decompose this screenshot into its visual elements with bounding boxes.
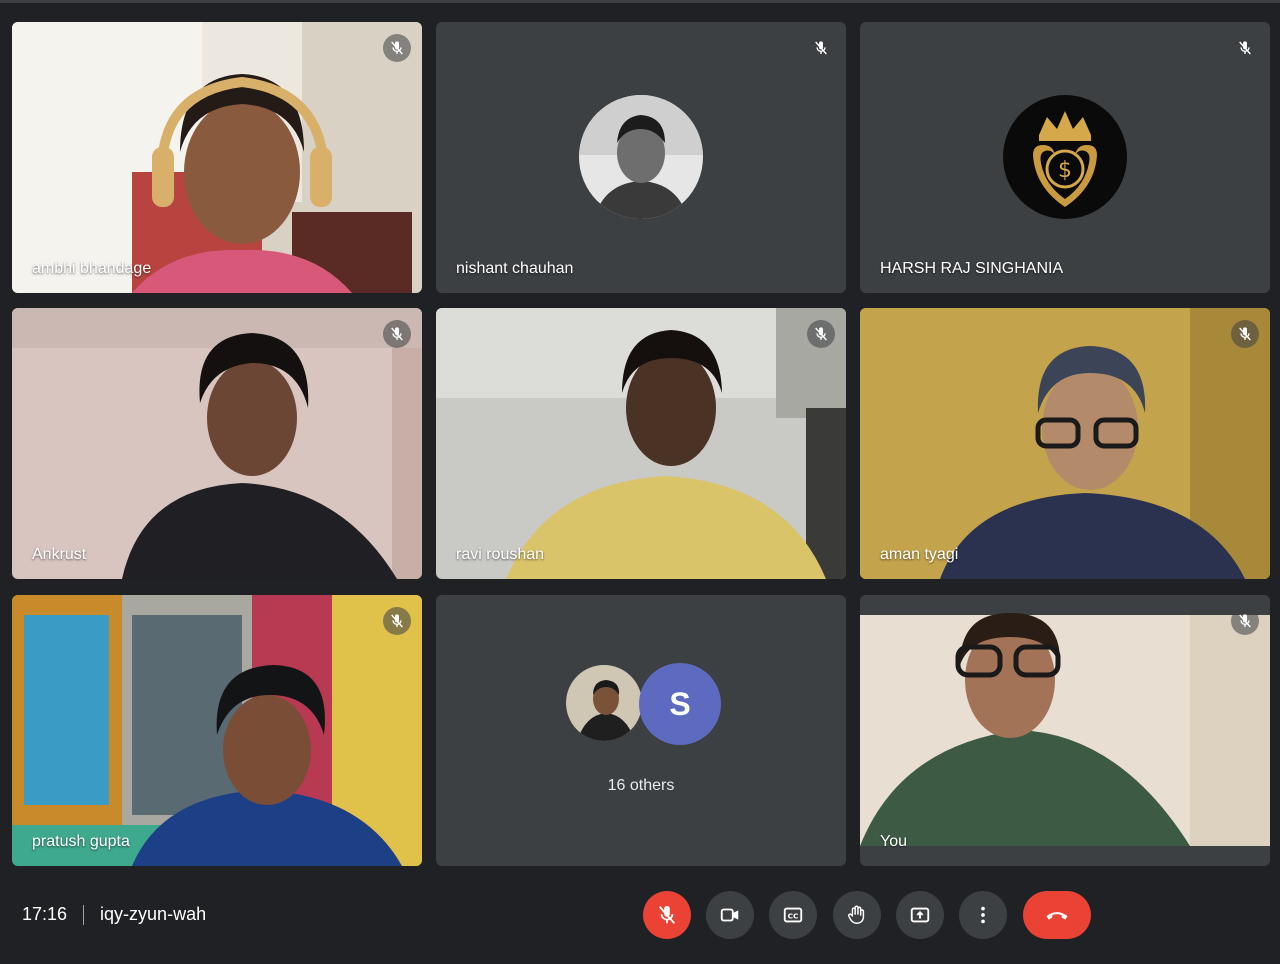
meeting-control-bar: 17:16 iqy-zyun-wah CC	[0, 880, 1280, 964]
camera-feed	[12, 22, 422, 293]
mic-off-icon	[391, 614, 403, 628]
more-options-button[interactable]	[959, 891, 1007, 939]
participant-name: nishant chauhan	[456, 260, 574, 277]
others-tile[interactable]: S 16 others	[436, 595, 846, 866]
camera-feed	[12, 595, 422, 866]
svg-text:$: $	[1058, 158, 1072, 183]
participant-tile[interactable]: ravi roushan	[436, 308, 846, 579]
mic-off-icon	[391, 41, 403, 55]
participant-name: ambhi bhandage	[32, 260, 152, 277]
muted-indicator	[383, 320, 411, 348]
others-group: S 16 others	[436, 595, 846, 866]
profile-photo	[579, 95, 703, 219]
captions-button[interactable]: CC	[769, 891, 817, 939]
microphone-toggle-button[interactable]	[643, 891, 691, 939]
participant-name: aman tyagi	[880, 546, 959, 563]
participant-name: HARSH RAJ SINGHANIA	[880, 260, 1064, 277]
divider	[83, 904, 85, 925]
leave-call-button[interactable]	[1023, 891, 1091, 939]
muted-indicator	[807, 34, 835, 62]
muted-indicator	[1231, 607, 1259, 635]
participant-name: pratush gupta	[32, 833, 130, 850]
participant-name: You	[880, 833, 907, 850]
camera-feed	[860, 308, 1270, 579]
mic-off-icon	[815, 41, 827, 55]
camera-feed	[860, 595, 1270, 866]
participant-name: Ankrust	[32, 546, 87, 563]
raise-hand-button[interactable]	[833, 891, 881, 939]
mic-off-icon	[1239, 327, 1251, 341]
muted-indicator	[1231, 34, 1259, 62]
mic-off-icon	[1239, 614, 1251, 628]
muted-indicator	[1231, 320, 1259, 348]
participant-tile[interactable]: ambhi bhandage	[12, 22, 422, 293]
profile-avatar	[579, 95, 703, 219]
mic-off-icon	[815, 327, 827, 341]
mic-off-icon	[391, 327, 403, 341]
meeting-info: 17:16 iqy-zyun-wah	[22, 904, 206, 925]
video-camera-icon	[720, 908, 739, 922]
meeting-code[interactable]: iqy-zyun-wah	[100, 904, 206, 925]
raise-hand-icon	[848, 905, 865, 924]
more-options-icon	[981, 906, 985, 924]
participant-tile[interactable]: $ HARSH RAJ SINGHANIA	[860, 22, 1270, 293]
camera-feed	[436, 308, 846, 579]
participant-grid: ambhi bhandage nishant chauhan $ HARSH R…	[0, 0, 1280, 880]
profile-photo	[566, 665, 642, 741]
camera-toggle-button[interactable]	[706, 891, 754, 939]
muted-indicator	[383, 607, 411, 635]
participant-name: ravi roushan	[456, 546, 545, 563]
others-count: 16 others	[607, 777, 675, 794]
camera-feed	[12, 308, 422, 579]
participant-tile[interactable]: pratush gupta	[12, 595, 422, 866]
captions-icon: CC	[783, 907, 803, 923]
muted-indicator	[383, 34, 411, 62]
self-tile[interactable]: You	[860, 595, 1270, 866]
present-screen-icon	[910, 907, 930, 923]
meeting-time: 17:16	[22, 904, 68, 924]
other-avatar-letter: S	[639, 663, 721, 745]
crown-dollar-logo: $	[1003, 95, 1127, 219]
svg-text:CC: CC	[788, 912, 799, 921]
other-avatar	[564, 663, 644, 743]
participant-tile[interactable]: aman tyagi	[860, 308, 1270, 579]
present-now-button[interactable]	[896, 891, 944, 939]
mic-off-icon	[658, 905, 676, 924]
muted-indicator	[807, 320, 835, 348]
participant-tile[interactable]: nishant chauhan	[436, 22, 846, 293]
participant-tile[interactable]: Ankrust	[12, 308, 422, 579]
profile-avatar: $	[1003, 95, 1127, 219]
mic-off-icon	[1239, 41, 1251, 55]
end-call-icon	[1046, 912, 1068, 920]
